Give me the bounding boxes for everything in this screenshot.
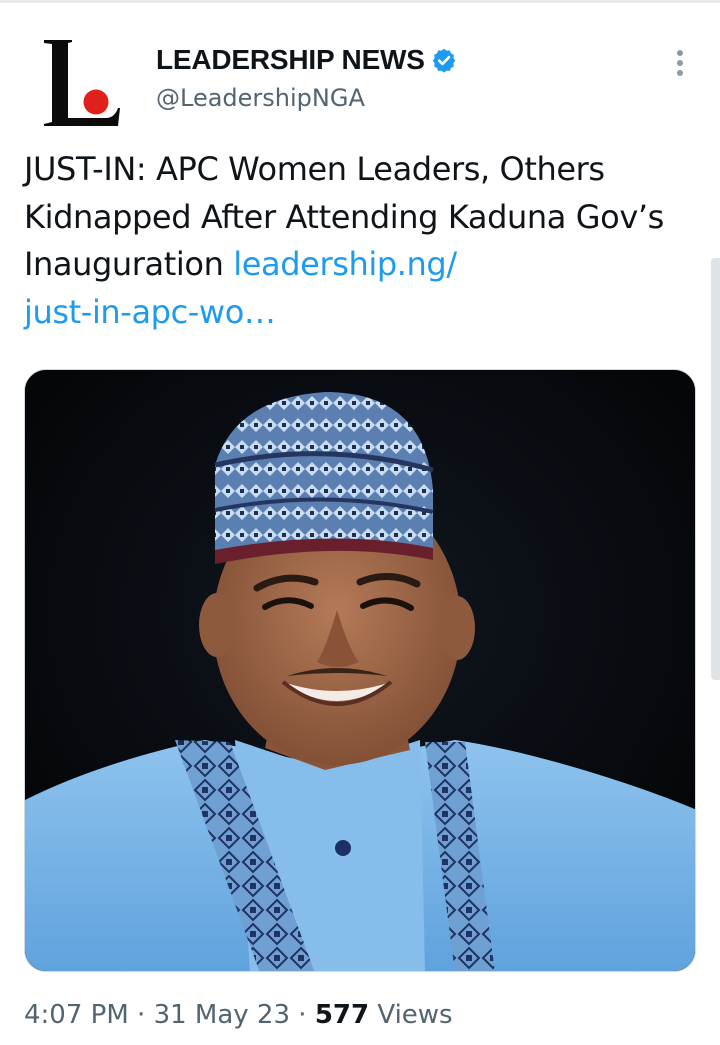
meta-separator: · — [137, 1000, 146, 1030]
more-button[interactable] — [664, 44, 696, 84]
account-handle[interactable]: @LeadershipNGA — [156, 84, 365, 112]
portrait-image — [25, 370, 695, 971]
views-count: 577 — [314, 1000, 370, 1030]
tweet-date[interactable]: 31 May 23 — [154, 1000, 290, 1030]
avatar[interactable] — [36, 34, 132, 134]
tweet-photo[interactable] — [24, 369, 696, 972]
leadership-logo-icon — [44, 40, 120, 126]
top-divider — [0, 0, 720, 3]
verified-badge-icon — [431, 47, 457, 73]
display-name-text[interactable]: LEADERSHIP NEWS — [156, 44, 425, 76]
display-name[interactable]: LEADERSHIP NEWS — [156, 44, 457, 76]
more-vertical-icon — [677, 50, 683, 76]
tweet-link-part2[interactable]: just-in-apc-wo… — [24, 293, 276, 331]
tweet-time[interactable]: 4:07 PM — [24, 1000, 129, 1030]
tweet-text: JUST-IN: APC Women Leaders, Others Kidna… — [24, 146, 704, 336]
scrollbar[interactable] — [711, 258, 720, 680]
tweet-link-part1[interactable]: leadership.ng/ — [233, 245, 457, 283]
views-label: Views — [377, 1000, 453, 1030]
meta-separator: · — [298, 1000, 307, 1030]
tweet-meta: 4:07 PM · 31 May 23 · 577 Views — [24, 1000, 453, 1030]
